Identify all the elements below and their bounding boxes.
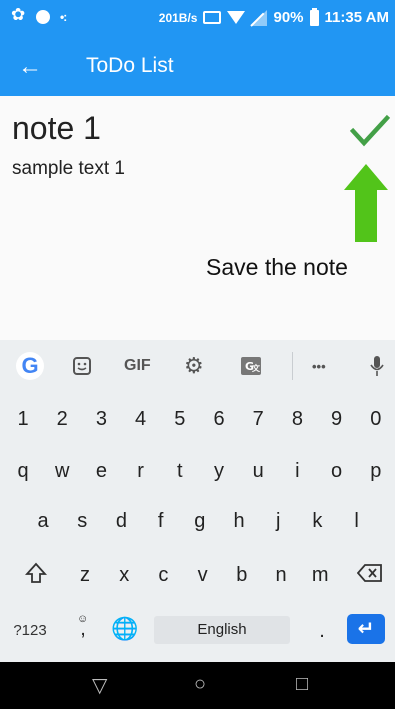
no-signal-icon — [251, 9, 268, 26]
wifi-icon — [227, 11, 246, 24]
key-w[interactable]: w — [47, 450, 77, 492]
key-2[interactable]: 2 — [47, 398, 77, 440]
gear-icon: ⚙ — [184, 353, 204, 378]
enter-icon: ↵ — [357, 618, 375, 640]
back-arrow-icon[interactable]: ← — [18, 52, 42, 82]
recents-square-icon[interactable]: □ — [296, 673, 308, 696]
note-title-field[interactable]: note 1 — [12, 110, 101, 147]
annotation-text: Save the note — [206, 254, 348, 280]
translate-button[interactable]: G 文 — [240, 353, 262, 379]
network-speed: 201B/s — [158, 10, 198, 25]
google-g-icon: G — [16, 352, 44, 380]
key-t[interactable]: t — [165, 450, 195, 492]
voice-input-button[interactable] — [370, 353, 384, 379]
key-l[interactable]: l — [342, 500, 372, 542]
app-title: ToDo List — [86, 54, 174, 77]
annotation-arrow-icon — [344, 164, 388, 242]
key-e[interactable]: e — [86, 450, 116, 492]
svg-text:文: 文 — [252, 363, 261, 373]
settings-button[interactable]: ⚙ — [184, 353, 204, 379]
key-9[interactable]: 9 — [322, 398, 352, 440]
status-icons-left: •: — [11, 5, 67, 25]
emoji-hint-icon: ☺ — [77, 613, 89, 625]
sticker-button[interactable] — [72, 353, 92, 379]
globe-icon: 🌐 — [111, 616, 139, 641]
period-key[interactable]: . — [310, 610, 334, 652]
google-search-button[interactable]: G — [16, 352, 44, 380]
symbols-key[interactable]: ?123 — [8, 610, 52, 652]
sticker-icon — [73, 357, 91, 375]
key-s[interactable]: s — [67, 500, 97, 542]
app-bar: ← ToDo List — [0, 40, 395, 96]
key-b[interactable]: b — [227, 554, 257, 596]
navigation-bar: ▽ ○ □ — [0, 662, 395, 709]
backspace-key[interactable] — [352, 552, 388, 594]
key-4[interactable]: 4 — [126, 398, 156, 440]
key-d[interactable]: d — [106, 500, 136, 542]
key-u[interactable]: u — [243, 450, 273, 492]
cast-icon — [203, 11, 222, 24]
more-button[interactable]: ••• — [312, 353, 326, 379]
status-bar: •: 201B/s 90% 11:35 AM — [0, 0, 395, 40]
note-body-field[interactable]: sample text 1 — [12, 158, 125, 180]
key-j[interactable]: j — [263, 500, 293, 542]
gif-button[interactable]: GIF — [124, 353, 151, 379]
key-6[interactable]: 6 — [204, 398, 234, 440]
microphone-icon — [370, 356, 384, 376]
save-check-icon[interactable] — [350, 114, 390, 148]
key-a[interactable]: a — [28, 500, 58, 542]
key-y[interactable]: y — [204, 450, 234, 492]
notification-circle-icon — [36, 10, 50, 24]
key-f[interactable]: f — [146, 500, 176, 542]
key-8[interactable]: 8 — [282, 398, 312, 440]
key-r[interactable]: r — [126, 450, 156, 492]
key-1[interactable]: 1 — [8, 398, 38, 440]
comma-key[interactable]: ☺ , — [70, 608, 96, 650]
home-circle-icon[interactable]: ○ — [194, 673, 206, 696]
key-m[interactable]: m — [305, 554, 335, 596]
key-7[interactable]: 7 — [243, 398, 273, 440]
clock: 11:35 AM — [324, 9, 389, 26]
key-i[interactable]: i — [282, 450, 312, 492]
shift-icon — [24, 562, 48, 583]
key-z[interactable]: z — [70, 554, 100, 596]
key-g[interactable]: g — [185, 500, 215, 542]
key-c[interactable]: c — [148, 554, 178, 596]
translate-icon: G 文 — [241, 357, 261, 375]
key-v[interactable]: v — [188, 554, 218, 596]
key-h[interactable]: h — [224, 500, 254, 542]
key-q[interactable]: q — [8, 450, 38, 492]
shift-key[interactable] — [18, 552, 54, 594]
battery-icon — [309, 7, 319, 26]
key-k[interactable]: k — [302, 500, 332, 542]
key-3[interactable]: 3 — [86, 398, 116, 440]
backspace-icon — [356, 564, 382, 582]
key-x[interactable]: x — [109, 554, 139, 596]
notification-flower-icon — [11, 5, 26, 25]
language-key[interactable]: 🌐 — [108, 608, 142, 650]
key-n[interactable]: n — [266, 554, 296, 596]
key-0[interactable]: 0 — [361, 398, 391, 440]
status-icons-right: 201B/s 90% 11:35 AM — [158, 7, 389, 26]
toolbar-divider — [292, 352, 293, 380]
battery-percent: 90% — [273, 9, 304, 26]
key-p[interactable]: p — [361, 450, 391, 492]
notification-dots-icon: •: — [60, 10, 67, 24]
enter-key[interactable]: ↵ — [347, 614, 385, 644]
keyboard-toolbar: G GIF ⚙ G 文 ••• — [0, 340, 395, 392]
key-o[interactable]: o — [322, 450, 352, 492]
note-editor: note 1 sample text 1 Save the note — [0, 96, 395, 340]
soft-keyboard: G GIF ⚙ G 文 ••• 1 2 3 4 5 6 7 8 9 0 q w … — [0, 340, 395, 662]
back-triangle-icon[interactable]: ▽ — [92, 673, 107, 698]
key-5[interactable]: 5 — [165, 398, 195, 440]
space-key[interactable]: English — [154, 616, 290, 644]
